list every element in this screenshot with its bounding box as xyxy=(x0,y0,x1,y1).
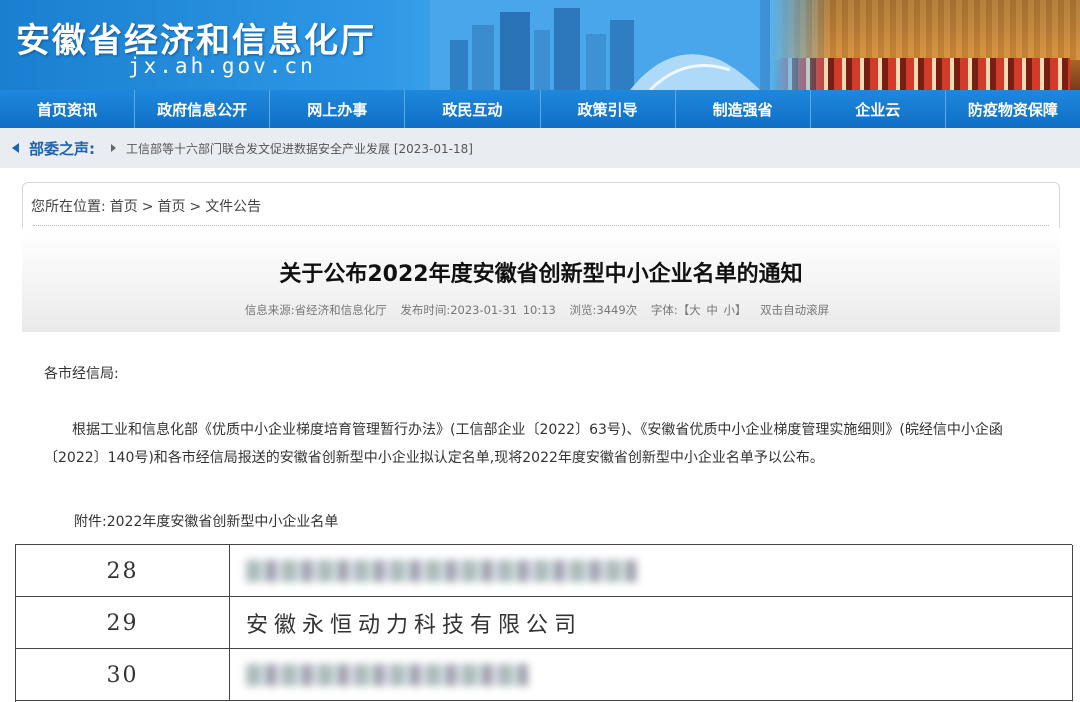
ticker-news-link[interactable]: 工信部等十六部门联合发文促进数据安全产业发展 [2023-01-18] xyxy=(126,140,473,157)
nav-item-enterprise-cloud[interactable]: 企业云 xyxy=(811,90,946,128)
meta-views: 浏览:3449次 xyxy=(569,303,638,317)
article-meta: 信息来源:省经济和信息化厅 发布时间:2023-01-31 10:13 浏览:3… xyxy=(22,302,1060,318)
meta-source: 信息来源:省经济和信息化厅 xyxy=(244,303,387,317)
row-number: 29 xyxy=(16,597,230,649)
article-header: 关于公布2022年度安徽省创新型中小企业名单的通知 信息来源:省经济和信息化厅 … xyxy=(22,232,1060,332)
company-name-blurred xyxy=(230,649,1073,701)
news-ticker: 部委之声: 工信部等十六部门联合发文促进数据安全产业发展 [2023-01-18… xyxy=(0,128,1080,168)
row-number: 28 xyxy=(16,545,230,597)
triangle-right-icon xyxy=(111,144,116,152)
meeting-hall-photo xyxy=(770,0,1080,90)
company-name: 安徽永恒动力科技有限公司 xyxy=(230,597,1073,649)
nav-item-home-news[interactable]: 首页资讯 xyxy=(0,90,136,128)
nav-item-gov-info[interactable]: 政府信息公开 xyxy=(135,90,271,128)
speaker-icon xyxy=(12,143,19,153)
breadcrumb-prefix: 您所在位置: xyxy=(31,198,106,215)
breadcrumb-link-announcements[interactable]: 文件公告 xyxy=(205,199,261,215)
article-title: 关于公布2022年度安徽省创新型中小企业名单的通知 xyxy=(279,262,803,287)
nav-item-manufacturing[interactable]: 制造强省 xyxy=(676,90,811,128)
company-name-blurred xyxy=(230,545,1073,597)
site-header: 安徽省经济和信息化厅 jx.ah.gov.cn xyxy=(0,0,1080,90)
salutation: 各市经信局: xyxy=(44,366,119,382)
table-row: 30 xyxy=(16,649,1073,701)
breadcrumb-link-home[interactable]: 首页 xyxy=(110,199,138,215)
nav-item-online-services[interactable]: 网上办事 xyxy=(270,90,406,128)
nav-item-policy[interactable]: 政策引导 xyxy=(541,90,676,128)
breadcrumb: 您所在位置: 首页 > 首页 > 文件公告 xyxy=(22,182,1060,228)
table-row: 28 xyxy=(16,545,1073,597)
article-paragraph: 根据工业和信息化部《优质中小企业梯度培育管理暂行办法》(工信部企业〔2022〕6… xyxy=(44,422,1003,466)
dotted-divider xyxy=(33,225,1049,226)
meta-published: 发布时间:2023-01-31 10:13 xyxy=(400,303,556,317)
table-row: 29 安徽永恒动力科技有限公司 xyxy=(16,597,1073,649)
city-skyline-image xyxy=(430,0,760,90)
attachment-label: 附件:2022年度安徽省创新型中小企业名单 xyxy=(74,514,339,530)
nav-item-interaction[interactable]: 政民互动 xyxy=(405,90,541,128)
site-domain: jx.ah.gov.cn xyxy=(128,54,316,78)
row-number: 30 xyxy=(16,649,230,701)
meta-autoscroll: 双击自动滚屏 xyxy=(760,303,830,317)
company-list-table: 28 29 安徽永恒动力科技有限公司 30 xyxy=(15,544,1073,702)
breadcrumb-separator: > xyxy=(141,198,154,215)
nav-item-epidemic-supplies[interactable]: 防疫物资保障 xyxy=(946,90,1080,128)
breadcrumb-link-home-2[interactable]: 首页 xyxy=(157,199,185,215)
main-nav: 首页资讯 政府信息公开 网上办事 政民互动 政策引导 制造强省 企业云 防疫物资… xyxy=(0,90,1080,128)
ticker-label: 部委之声: xyxy=(29,139,95,158)
breadcrumb-separator: > xyxy=(189,198,202,215)
meta-font-size[interactable]: 字体:【大 中 小】 xyxy=(651,303,747,317)
